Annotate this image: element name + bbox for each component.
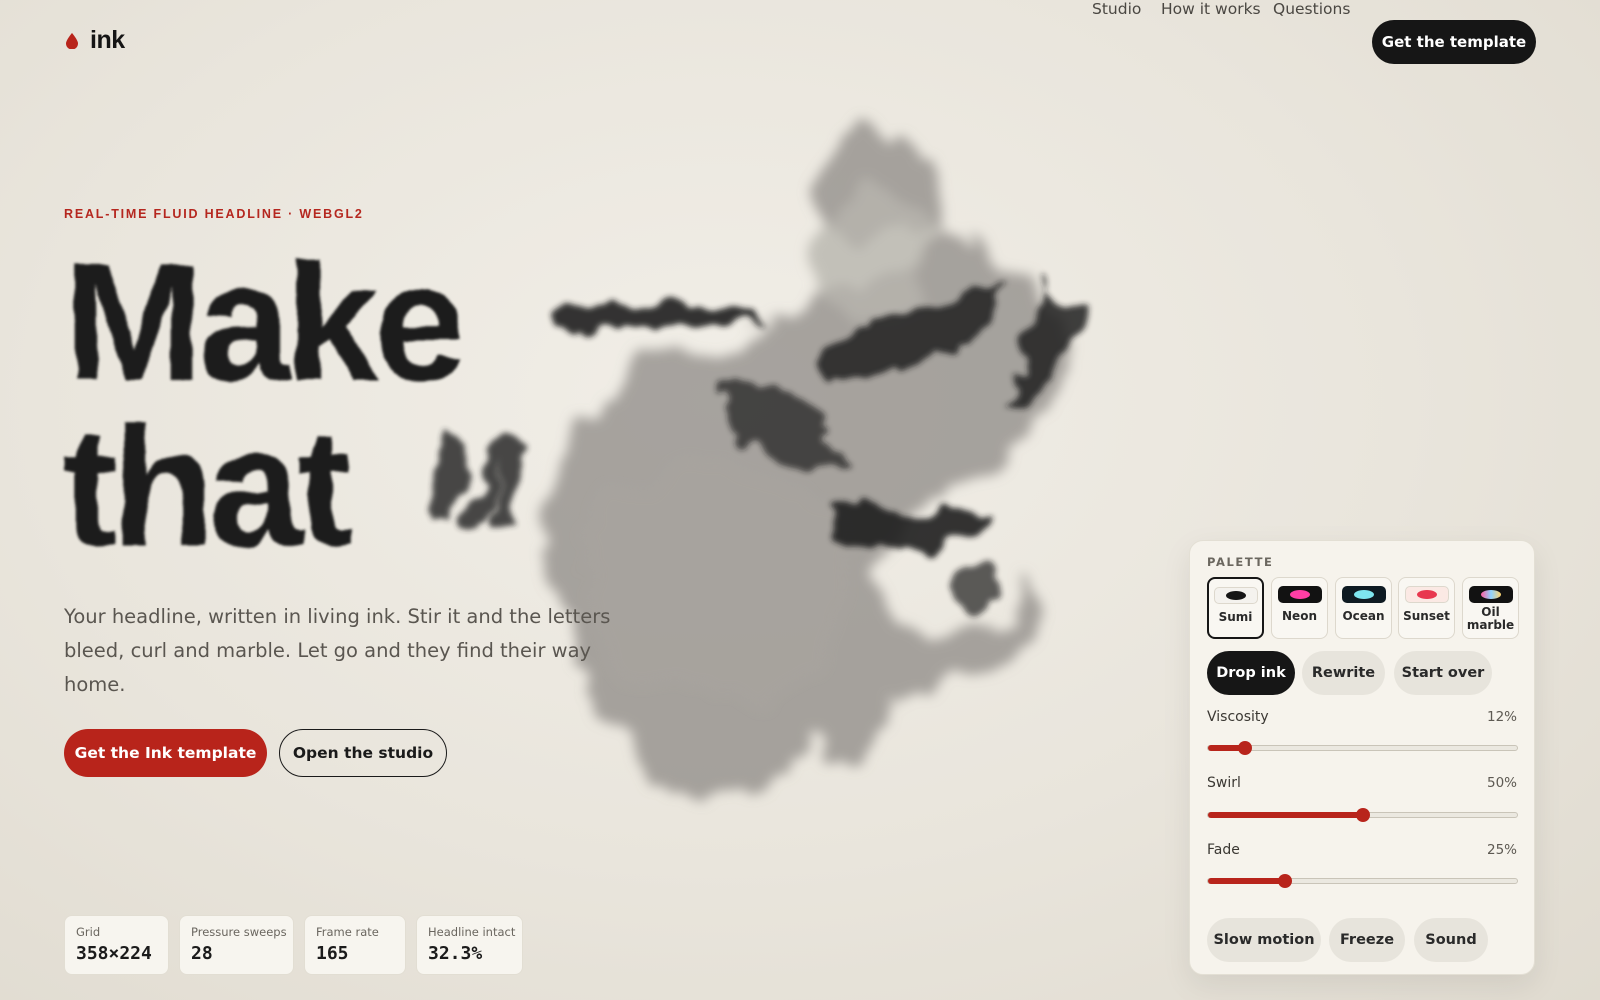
nav-link-studio[interactable]: Studio — [1092, 0, 1141, 18]
swirl-value: 50% — [1486, 775, 1517, 791]
top-nav: ink Studio How it works Questions Get th… — [0, 0, 1600, 84]
slider-knob[interactable] — [1355, 808, 1370, 822]
drop-ink-button[interactable]: Drop ink — [1207, 651, 1295, 695]
viscosity-slider[interactable] — [1207, 741, 1518, 755]
swatch-preview — [1468, 586, 1513, 603]
get-ink-template-button[interactable]: Get the Ink template — [64, 729, 267, 777]
stat-value: 32.3% — [428, 943, 483, 964]
rewrite-button[interactable]: Rewrite — [1302, 651, 1385, 695]
swatch-label: Sunset — [1403, 609, 1450, 623]
slow-motion-toggle[interactable]: Slow motion — [1207, 918, 1321, 962]
swatch-preview — [1213, 587, 1258, 604]
palette-swatch-ocean[interactable]: Ocean — [1335, 577, 1392, 639]
ink-drop-icon — [66, 32, 78, 49]
stat-value: 28 — [191, 943, 213, 964]
fade-value: 25% — [1486, 842, 1517, 858]
stat-pressure-sweeps: Pressure sweeps 28 — [179, 915, 294, 975]
stat-grid: Grid 358×224 — [64, 915, 169, 975]
stat-frame-rate: Frame rate 165 — [304, 915, 406, 975]
slider-fill — [1208, 812, 1363, 818]
palette-title: PALETTE — [1207, 555, 1274, 569]
swatch-label: Sumi — [1218, 610, 1253, 624]
slider-knob[interactable] — [1278, 874, 1293, 888]
stat-headline-intact: Headline intact 32.3% — [416, 915, 523, 975]
ink-smoke-cloud — [536, 138, 1065, 813]
viscosity-label: Viscosity — [1207, 709, 1269, 725]
palette-swatch-neon[interactable]: Neon — [1271, 577, 1328, 639]
palette-swatch-sumi[interactable]: Sumi — [1207, 577, 1264, 639]
nav-link-how-it-works[interactable]: How it works — [1161, 0, 1261, 18]
start-over-button[interactable]: Start over — [1394, 651, 1492, 695]
hero-subheadline: Your headline, written in living ink. St… — [64, 605, 611, 696]
swirl-slider[interactable] — [1207, 808, 1518, 822]
brand-logo[interactable]: ink — [66, 26, 125, 55]
swatch-label: Oil marble — [1466, 605, 1515, 632]
swatch-preview — [1277, 586, 1322, 603]
slider-knob[interactable] — [1238, 741, 1253, 755]
stat-label: Headline intact — [428, 925, 516, 939]
stat-label: Grid — [76, 925, 101, 939]
nav-link-questions[interactable]: Questions — [1273, 0, 1350, 18]
stat-label: Pressure sweeps — [191, 925, 287, 939]
swatch-preview — [1341, 586, 1386, 603]
viscosity-value: 12% — [1486, 709, 1517, 725]
control-panel: PALETTE Sumi Neon Ocean Sunset Oil marbl… — [1189, 540, 1535, 975]
swirl-label: Swirl — [1207, 775, 1241, 791]
headline-line-1: Make — [64, 228, 461, 416]
fade-slider[interactable] — [1207, 874, 1518, 888]
stat-value: 165 — [316, 943, 349, 964]
slider-fill — [1208, 878, 1286, 884]
sound-toggle[interactable]: Sound — [1414, 918, 1488, 962]
freeze-toggle[interactable]: Freeze — [1329, 918, 1405, 962]
brand-name: ink — [90, 26, 125, 54]
fade-label: Fade — [1207, 842, 1240, 858]
palette-swatch-oil-marble[interactable]: Oil marble — [1462, 577, 1519, 639]
swatch-label: Neon — [1282, 609, 1317, 623]
swatch-label: Ocean — [1342, 609, 1385, 623]
stat-label: Frame rate — [316, 925, 379, 939]
open-studio-button[interactable]: Open the studio — [279, 729, 447, 777]
stat-value: 358×224 — [76, 943, 152, 964]
headline-line-2: that — [62, 393, 350, 581]
palette-swatch-sunset[interactable]: Sunset — [1398, 577, 1455, 639]
swatch-preview — [1404, 586, 1449, 603]
get-template-button[interactable]: Get the template — [1372, 20, 1536, 64]
